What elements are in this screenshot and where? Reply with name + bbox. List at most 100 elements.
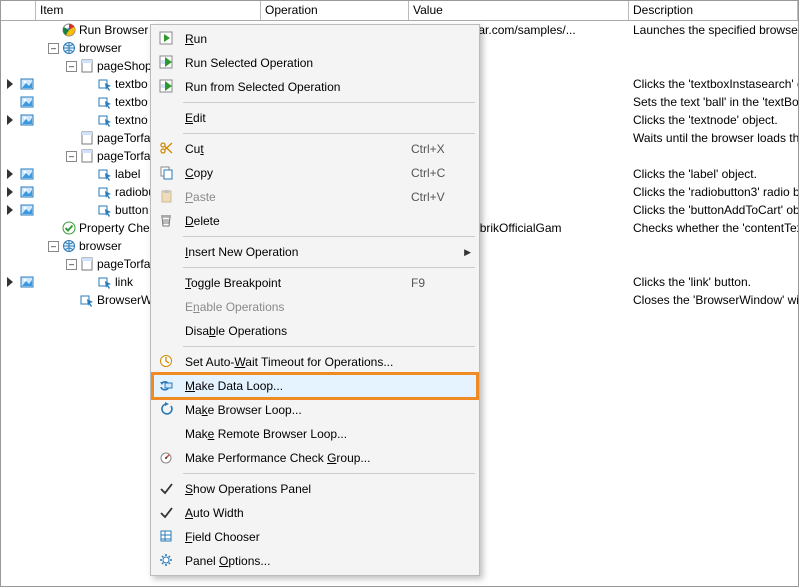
copy-icon — [157, 163, 177, 183]
desc-cell — [629, 237, 798, 255]
row-gutter — [1, 57, 36, 75]
desc-cell: Clicks the 'radiobutton3' radio butto — [629, 183, 798, 201]
cut-icon — [157, 139, 177, 159]
shortcut: F9 — [411, 276, 471, 290]
item-label: textno — [115, 111, 148, 129]
action-icon — [98, 77, 112, 91]
item-label: pageTorfab — [97, 129, 157, 147]
row-gutter — [1, 237, 36, 255]
menu-edit[interactable]: Edit — [153, 106, 477, 130]
play-selected-icon — [157, 53, 177, 73]
action-icon — [98, 167, 112, 181]
menu-make-performance-check-group[interactable]: Make Performance Check Group... — [153, 446, 477, 470]
desc-cell: Clicks the 'textnode' object. — [629, 111, 798, 129]
row-gutter — [1, 165, 36, 183]
menu-panel-options[interactable]: Panel Options... — [153, 549, 477, 573]
action-icon — [98, 185, 112, 199]
separator — [183, 133, 475, 134]
row-gutter — [1, 147, 36, 165]
check-icon — [62, 221, 76, 235]
item-label: Run Browser — [79, 21, 148, 39]
shortcut: Ctrl+V — [411, 190, 471, 204]
desc-cell — [629, 57, 798, 75]
img-icon — [20, 95, 34, 109]
desc-cell: Launches the specified browser and — [629, 21, 798, 39]
img-icon — [20, 167, 34, 181]
img-icon — [20, 203, 34, 217]
expander-icon[interactable]: – — [66, 61, 77, 72]
menu-toggle-breakpoint[interactable]: Toggle Breakpoint F9 — [153, 271, 477, 295]
submenu-arrow-icon: ▶ — [464, 247, 471, 258]
menu-set-auto-wait[interactable]: Set Auto-Wait Timeout for Operations... — [153, 350, 477, 374]
page-icon — [80, 149, 94, 163]
menu-disable-operations[interactable]: Disable Operations — [153, 319, 477, 343]
action-icon — [98, 275, 112, 289]
expander-icon[interactable]: – — [48, 43, 59, 54]
play-from-icon — [157, 77, 177, 97]
row-gutter — [1, 75, 36, 93]
menu-cut[interactable]: Cut Ctrl+X — [153, 137, 477, 161]
menu-make-browser-loop[interactable]: Make Browser Loop... — [153, 398, 477, 422]
col-value[interactable]: Value — [409, 1, 629, 20]
paste-icon — [157, 187, 177, 207]
desc-cell: Waits until the browser loads the pa — [629, 129, 798, 147]
desc-cell: Clicks the 'textboxInstasearch' obje — [629, 75, 798, 93]
img-icon — [20, 113, 34, 127]
separator — [183, 267, 475, 268]
menu-enable-operations: Enable Operations — [153, 295, 477, 319]
desc-cell: Sets the text 'ball' in the 'textBoxIn — [629, 93, 798, 111]
item-label: label — [115, 165, 140, 183]
menu-make-remote-browser-loop[interactable]: Make Remote Browser Loop... — [153, 422, 477, 446]
col-item[interactable]: Item — [36, 1, 261, 20]
menu-insert-new-operation[interactable]: Insert New Operation ▶ — [153, 240, 477, 264]
desc-cell — [629, 255, 798, 273]
separator — [183, 346, 475, 347]
item-label: pageTorfab — [97, 147, 157, 165]
page-icon — [80, 131, 94, 145]
col-operation[interactable]: Operation — [261, 1, 409, 20]
item-label: pageShop — [97, 57, 152, 75]
grid-icon — [157, 527, 177, 547]
menu-run-from-selected[interactable]: Run from Selected Operation — [153, 75, 477, 99]
img-icon — [20, 77, 34, 91]
expander-icon[interactable]: – — [66, 259, 77, 270]
row-gutter — [1, 219, 36, 237]
arrow-icon — [5, 77, 19, 91]
menu-paste: Paste Ctrl+V — [153, 185, 477, 209]
menu-run[interactable]: Run — [153, 27, 477, 51]
globe-icon — [62, 41, 76, 55]
action-icon — [80, 293, 94, 307]
desc-cell — [629, 147, 798, 165]
desc-cell: Clicks the 'link' button. — [629, 273, 798, 291]
desc-cell: Closes the 'BrowserWindow' window — [629, 291, 798, 309]
row-gutter — [1, 255, 36, 273]
arrow-icon — [5, 203, 19, 217]
img-icon — [20, 185, 34, 199]
blank-icon — [157, 273, 177, 293]
menu-show-operations-panel[interactable]: Show Operations Panel — [153, 477, 477, 501]
menu-copy[interactable]: Copy Ctrl+C — [153, 161, 477, 185]
col-description[interactable]: Description — [629, 1, 798, 20]
delete-icon — [157, 211, 177, 231]
clock-icon — [157, 352, 177, 372]
menu-field-chooser[interactable]: Field Chooser — [153, 525, 477, 549]
img-icon — [20, 275, 34, 289]
row-gutter — [1, 129, 36, 147]
gear-icon — [157, 551, 177, 571]
item-label: textbo — [115, 93, 148, 111]
menu-delete[interactable]: Delete — [153, 209, 477, 233]
row-gutter — [1, 273, 36, 291]
menu-make-data-loop[interactable]: Make Data Loop... — [153, 374, 477, 398]
globe-icon — [62, 239, 76, 253]
context-menu: Run Run Selected Operation Run from Sele… — [150, 24, 480, 576]
shortcut: Ctrl+X — [411, 142, 471, 156]
expander-icon[interactable]: – — [48, 241, 59, 252]
gutter-col — [1, 1, 36, 20]
menu-run-selected[interactable]: Run Selected Operation — [153, 51, 477, 75]
table-header: Item Operation Value Description — [1, 1, 798, 21]
menu-auto-width[interactable]: Auto Width — [153, 501, 477, 525]
browser-loop-icon — [157, 400, 177, 420]
arrow-icon — [5, 275, 19, 289]
expander-icon[interactable]: – — [66, 151, 77, 162]
separator — [183, 473, 475, 474]
